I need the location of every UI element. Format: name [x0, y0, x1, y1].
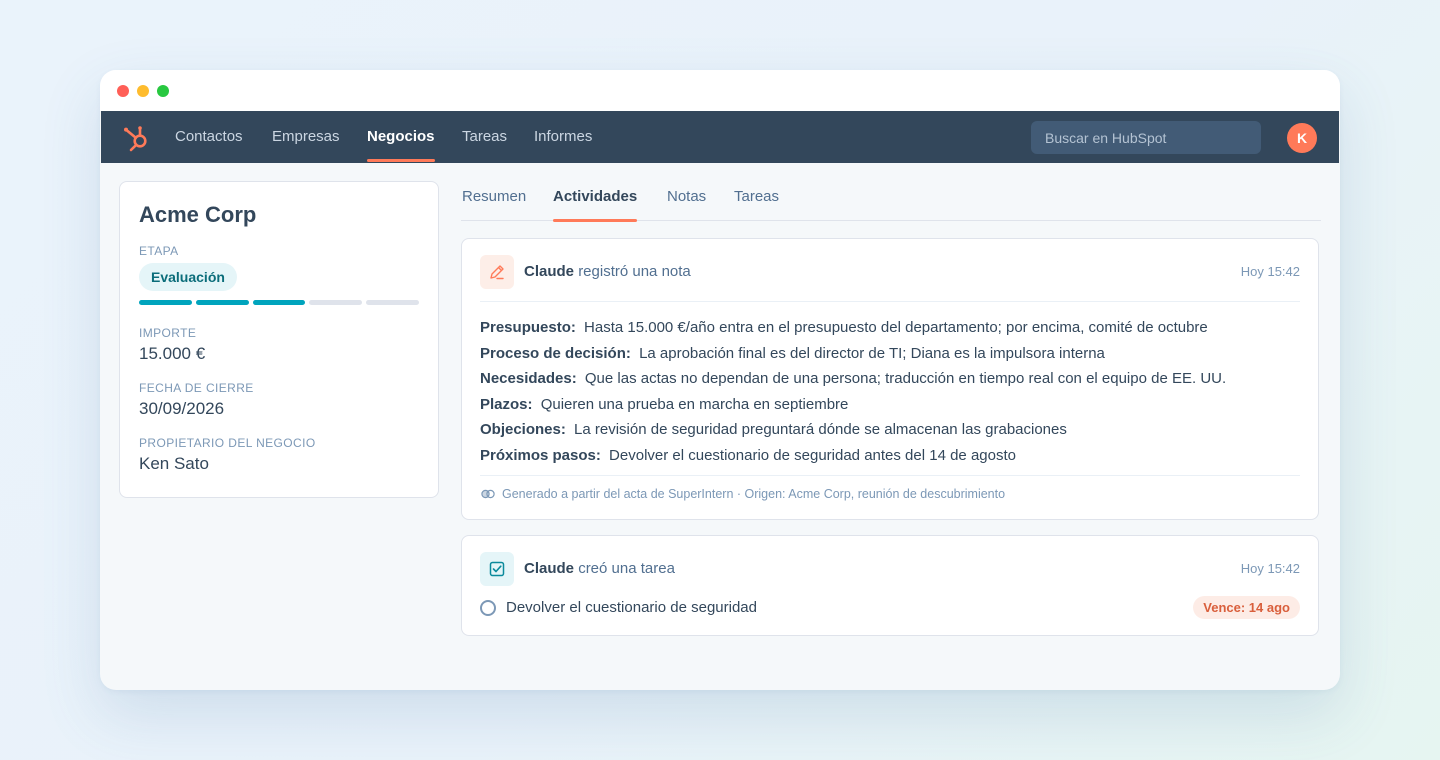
note-row-budget: Presupuesto: Hasta 15.000 €/año entra en… — [480, 319, 1208, 336]
progress-segment — [309, 300, 363, 305]
deal-summary-card: Acme Corp ETAPA Evaluación IMPORTE 15.00… — [119, 181, 439, 498]
progress-segment — [139, 300, 192, 305]
tab-resumen[interactable]: Resumen — [462, 188, 526, 221]
note-row-next-steps: Próximos pasos: Devolver el cuestionario… — [480, 446, 1016, 464]
note-timestamp: Hoy 15:42 — [1240, 264, 1300, 279]
task-activity-card: Claude creó una tarea Hoy 15:42 Devolver… — [461, 535, 1319, 636]
amount-value: 15.000 € — [139, 344, 206, 363]
note-divider — [480, 301, 1300, 302]
deal-name: Acme Corp — [139, 202, 257, 227]
note-action: registró una nota — [578, 263, 691, 280]
task-complete-checkbox[interactable] — [480, 600, 496, 616]
tab-notas[interactable]: Notas — [667, 188, 706, 221]
stage-progress-bar — [139, 300, 419, 305]
note-row-decision-process: Proceso de decisión: La aprobación final… — [480, 344, 1105, 362]
note-activity-summary: Claude registró una nota — [524, 263, 691, 280]
nav-item-empresas[interactable]: Empresas — [272, 111, 340, 163]
stage-label: ETAPA — [139, 244, 179, 258]
nav-item-negocios[interactable]: Negocios — [367, 111, 435, 163]
tab-actividades[interactable]: Actividades — [553, 188, 638, 222]
note-footer-divider — [480, 475, 1300, 476]
nav-item-contactos[interactable]: Contactos — [175, 111, 243, 163]
pencil-icon — [480, 255, 514, 289]
stage-badge: Evaluación — [139, 263, 237, 291]
progress-segment — [252, 300, 306, 305]
close-date-value: 30/09/2026 — [139, 399, 225, 418]
app-window: Contactos Empresas Negocios Tareas Infor… — [100, 70, 1340, 690]
note-actor[interactable]: Claude — [524, 263, 574, 280]
task-activity-summary: Claude creó una tarea — [524, 560, 675, 577]
note-body: Presupuesto: Hasta 15.000 €/año entra en… — [480, 319, 1300, 473]
note-activity-header: Claude registró una nota Hoy 15:42 — [480, 255, 1300, 289]
minimize-window-button[interactable] — [137, 84, 149, 97]
search-input[interactable] — [1031, 121, 1261, 154]
note-row-needs: Necesidades: Que las actas no dependan d… — [480, 370, 1227, 388]
close-window-button[interactable] — [117, 84, 129, 97]
checkbox-icon — [480, 552, 514, 586]
note-source-text: Generado a partir del acta de SuperInter… — [502, 487, 1006, 501]
task-activity-header: Claude creó una tarea Hoy 15:42 — [480, 552, 1300, 586]
nav-item-tareas[interactable]: Tareas — [462, 111, 507, 163]
hubspot-sprocket-icon[interactable] — [121, 123, 151, 153]
user-avatar[interactable]: K — [1287, 123, 1317, 153]
note-row-timeline: Plazos: Quieren una prueba en marcha en … — [480, 395, 849, 413]
owner-value: Ken Sato — [139, 454, 209, 473]
task-actor[interactable]: Claude — [524, 560, 574, 577]
record-tabs: Resumen Actividades Notas Tareas — [461, 181, 1321, 222]
task-title[interactable]: Devolver el cuestionario de seguridad — [506, 599, 757, 616]
due-date-badge: Vence: 14 ago — [1193, 596, 1300, 619]
progress-segment — [366, 300, 419, 305]
close-date-label: FECHA DE CIERRE — [139, 381, 254, 395]
task-timestamp: Hoy 15:42 — [1240, 561, 1300, 576]
task-item: Devolver el cuestionario de seguridad Ve… — [480, 595, 1300, 621]
note-activity-card: Claude registró una nota Hoy 15:42 Presu… — [461, 238, 1319, 520]
task-action: creó una tarea — [578, 560, 675, 577]
tab-tareas[interactable]: Tareas — [734, 188, 779, 221]
window-titlebar — [100, 70, 1340, 111]
top-navigation: Contactos Empresas Negocios Tareas Infor… — [101, 111, 1339, 163]
note-row-objections: Objeciones: La revisión de seguridad pre… — [480, 421, 1067, 439]
amount-label: IMPORTE — [139, 326, 197, 340]
owner-label: PROPIETARIO DEL NEGOCIO — [139, 436, 316, 450]
nav-item-informes[interactable]: Informes — [534, 111, 592, 163]
note-source-footer: Generado a partir del acta de SuperInter… — [480, 487, 1005, 501]
progress-segment — [195, 300, 249, 305]
link-icon — [481, 489, 495, 499]
maximize-window-button[interactable] — [157, 84, 169, 97]
